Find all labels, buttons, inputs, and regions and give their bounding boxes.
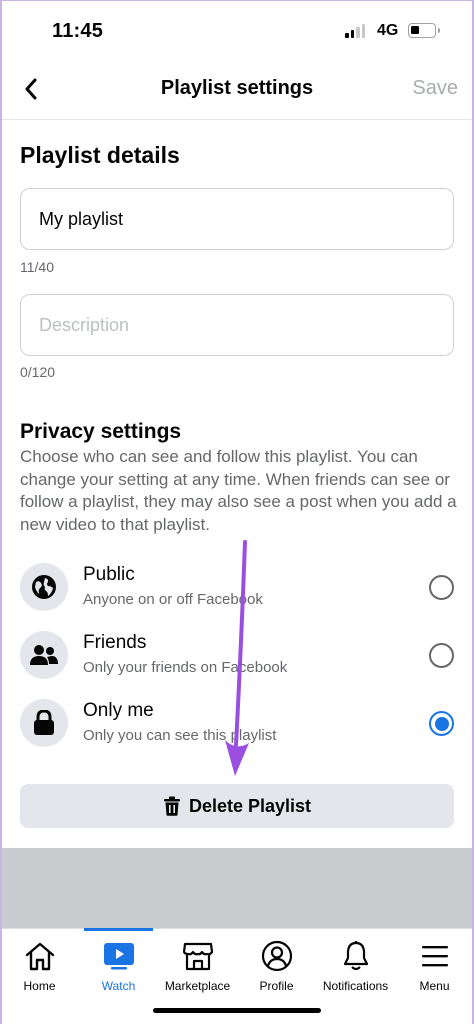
option-subtitle: Only your friends on Facebook [83, 659, 288, 676]
tab-label: Watch [101, 979, 136, 993]
tab-label: Notifications [322, 979, 389, 993]
privacy-settings-heading: Privacy settings [20, 420, 182, 443]
radio-friends[interactable] [429, 643, 454, 668]
radio-public[interactable] [429, 575, 454, 600]
tab-label: Profile [259, 979, 294, 993]
friends-icon [20, 631, 68, 679]
name-char-counter: 11/40 [20, 259, 54, 275]
network-type: 4G [377, 22, 399, 39]
option-title: Only me [83, 700, 154, 721]
playlist-details-heading: Playlist details [20, 142, 180, 168]
playlist-name-input[interactable]: My playlist [20, 188, 454, 250]
option-subtitle: Anyone on or off Facebook [83, 591, 263, 608]
privacy-option-friends[interactable]: Friends Only your friends on Facebook [0, 626, 474, 694]
menu-icon [418, 939, 452, 973]
status-bar: 11:45 4G [0, 0, 474, 60]
description-char-counter: 0/120 [20, 364, 56, 380]
privacy-option-only-me[interactable]: Only me Only you can see this playlist [0, 694, 474, 762]
delete-playlist-label: Delete Playlist [188, 795, 312, 816]
overlay-backdrop [0, 848, 474, 928]
description-input[interactable]: Description [20, 294, 454, 356]
privacy-option-public[interactable]: Public Anyone on or off Facebook [0, 558, 474, 626]
page-title: Playlist settings [160, 77, 314, 99]
option-title: Friends [83, 632, 147, 653]
bell-icon [339, 939, 373, 973]
profile-icon [260, 939, 294, 973]
watch-icon [102, 939, 136, 973]
signal-icon [345, 24, 365, 38]
tab-profile[interactable]: Profile [237, 929, 316, 999]
tab-label: Menu [419, 979, 450, 993]
tab-marketplace[interactable]: Marketplace [158, 929, 237, 999]
radio-only-me[interactable] [429, 711, 454, 736]
battery-icon [408, 23, 440, 38]
lock-icon [20, 699, 68, 747]
delete-playlist-button[interactable]: Delete Playlist [20, 784, 454, 828]
option-subtitle: Only you can see this playlist [83, 727, 277, 744]
trash-icon [163, 796, 180, 816]
tab-home[interactable]: Home [0, 929, 79, 999]
tab-notifications[interactable]: Notifications [316, 929, 395, 999]
header: Playlist settings Save [0, 60, 474, 120]
privacy-description: Choose who can see and follow this playl… [20, 447, 457, 534]
tab-label: Home [23, 979, 56, 993]
option-title: Public [83, 564, 135, 585]
globe-icon [20, 563, 68, 611]
status-time: 11:45 [52, 20, 104, 42]
tab-watch[interactable]: Watch [79, 928, 158, 999]
save-button[interactable]: Save [412, 77, 458, 100]
tab-label: Marketplace [164, 979, 231, 993]
tab-menu[interactable]: Menu [395, 929, 474, 999]
marketplace-icon [181, 939, 215, 973]
home-indicator [153, 1008, 321, 1013]
home-icon [23, 939, 57, 973]
